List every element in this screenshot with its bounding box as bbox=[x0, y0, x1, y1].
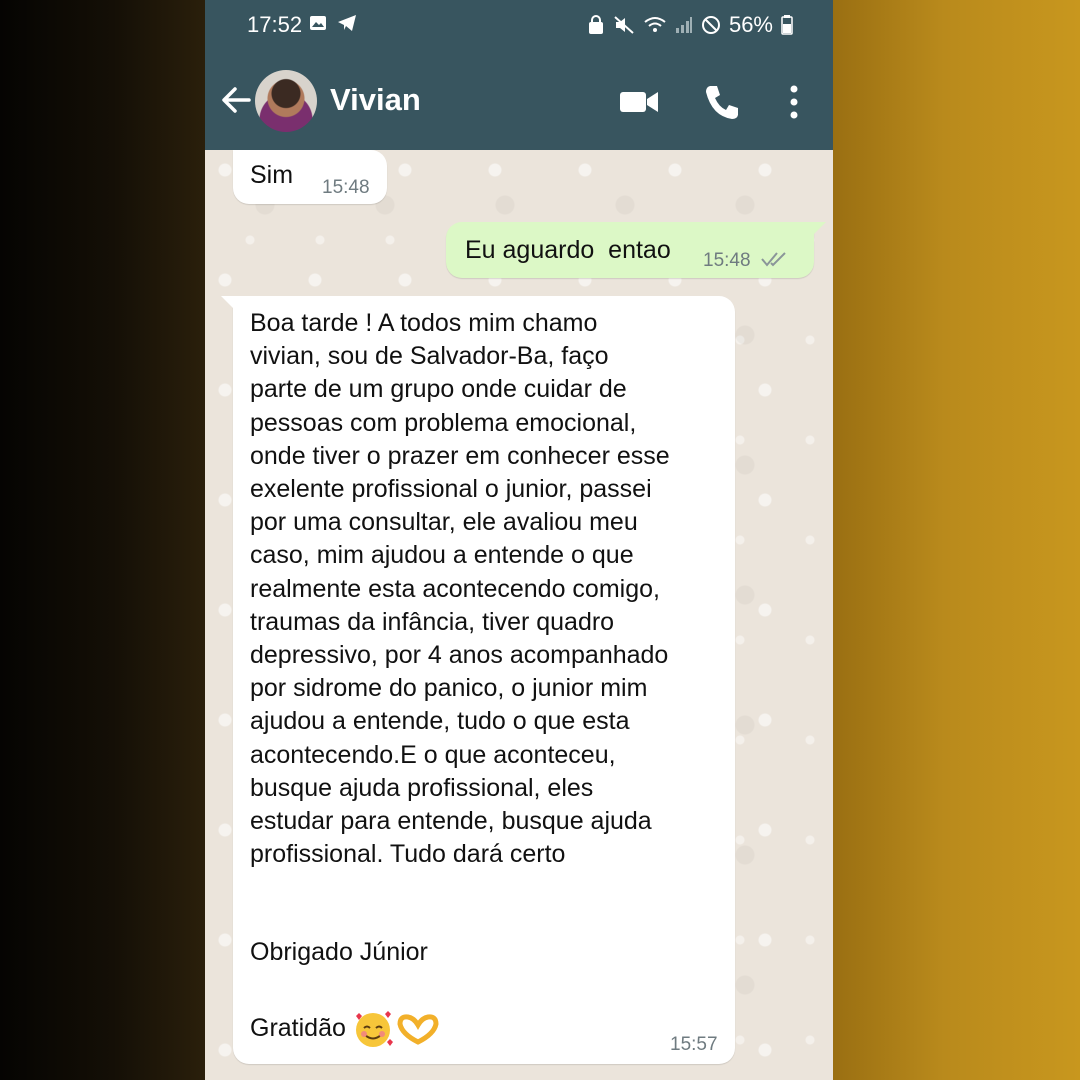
message-time: 15:48 bbox=[322, 177, 370, 198]
bubble-tail bbox=[812, 222, 826, 236]
status-time: 17:52 bbox=[247, 12, 303, 37]
do-not-disturb-icon bbox=[701, 16, 720, 34]
mute-icon bbox=[614, 16, 634, 34]
alarm-lock-icon bbox=[588, 15, 603, 34]
message-bubble-incoming[interactable]: Boa tarde ! A todos mim chamo vivian, so… bbox=[221, 296, 735, 1064]
message-text: Boa tarde ! A todos mim chamo vivian, so… bbox=[250, 309, 670, 869]
phone-icon[interactable] bbox=[700, 80, 744, 124]
closing-text: Gratidão bbox=[250, 1014, 346, 1043]
signal-icon bbox=[675, 17, 692, 33]
contact-avatar[interactable] bbox=[255, 70, 317, 132]
read-receipt-icon bbox=[761, 252, 786, 267]
message-text: Eu aguardo entao bbox=[465, 236, 671, 264]
message-bubble-incoming[interactable]: Sim 15:48 bbox=[233, 150, 387, 204]
battery-percentage: 56% bbox=[728, 12, 773, 37]
more-vertical-icon[interactable] bbox=[772, 80, 816, 124]
video-call-icon[interactable] bbox=[617, 80, 661, 124]
status-right-icons: 56% bbox=[587, 12, 793, 38]
message-time: 15:48 bbox=[703, 250, 751, 271]
back-arrow-icon[interactable] bbox=[217, 80, 257, 120]
smiling-face-with-hearts-icon bbox=[355, 1011, 393, 1047]
wifi-icon bbox=[644, 17, 666, 32]
left-backdrop bbox=[0, 0, 205, 1080]
battery-icon bbox=[781, 15, 793, 35]
message-time: 15:57 bbox=[670, 1034, 718, 1055]
contact-name[interactable]: Vivian bbox=[330, 82, 421, 118]
right-backdrop bbox=[833, 0, 1080, 1080]
heart-hands-icon bbox=[397, 1014, 439, 1045]
status-left-icons bbox=[309, 14, 357, 32]
phone-screen: 17:52 56% Vivian Sim 15:48 Eu aguardo en… bbox=[205, 0, 833, 1080]
message-closing: Gratidão bbox=[250, 1008, 440, 1050]
telegram-notification-icon bbox=[338, 15, 356, 31]
chat-header: 17:52 56% Vivian bbox=[205, 0, 833, 150]
message-signoff: Obrigado Júnior bbox=[250, 938, 428, 966]
message-bubble-outgoing[interactable]: Eu aguardo entao 15:48 bbox=[446, 222, 826, 278]
message-text: Sim bbox=[250, 161, 294, 189]
bubble-tail bbox=[221, 296, 235, 310]
image-notification-icon bbox=[310, 16, 326, 30]
